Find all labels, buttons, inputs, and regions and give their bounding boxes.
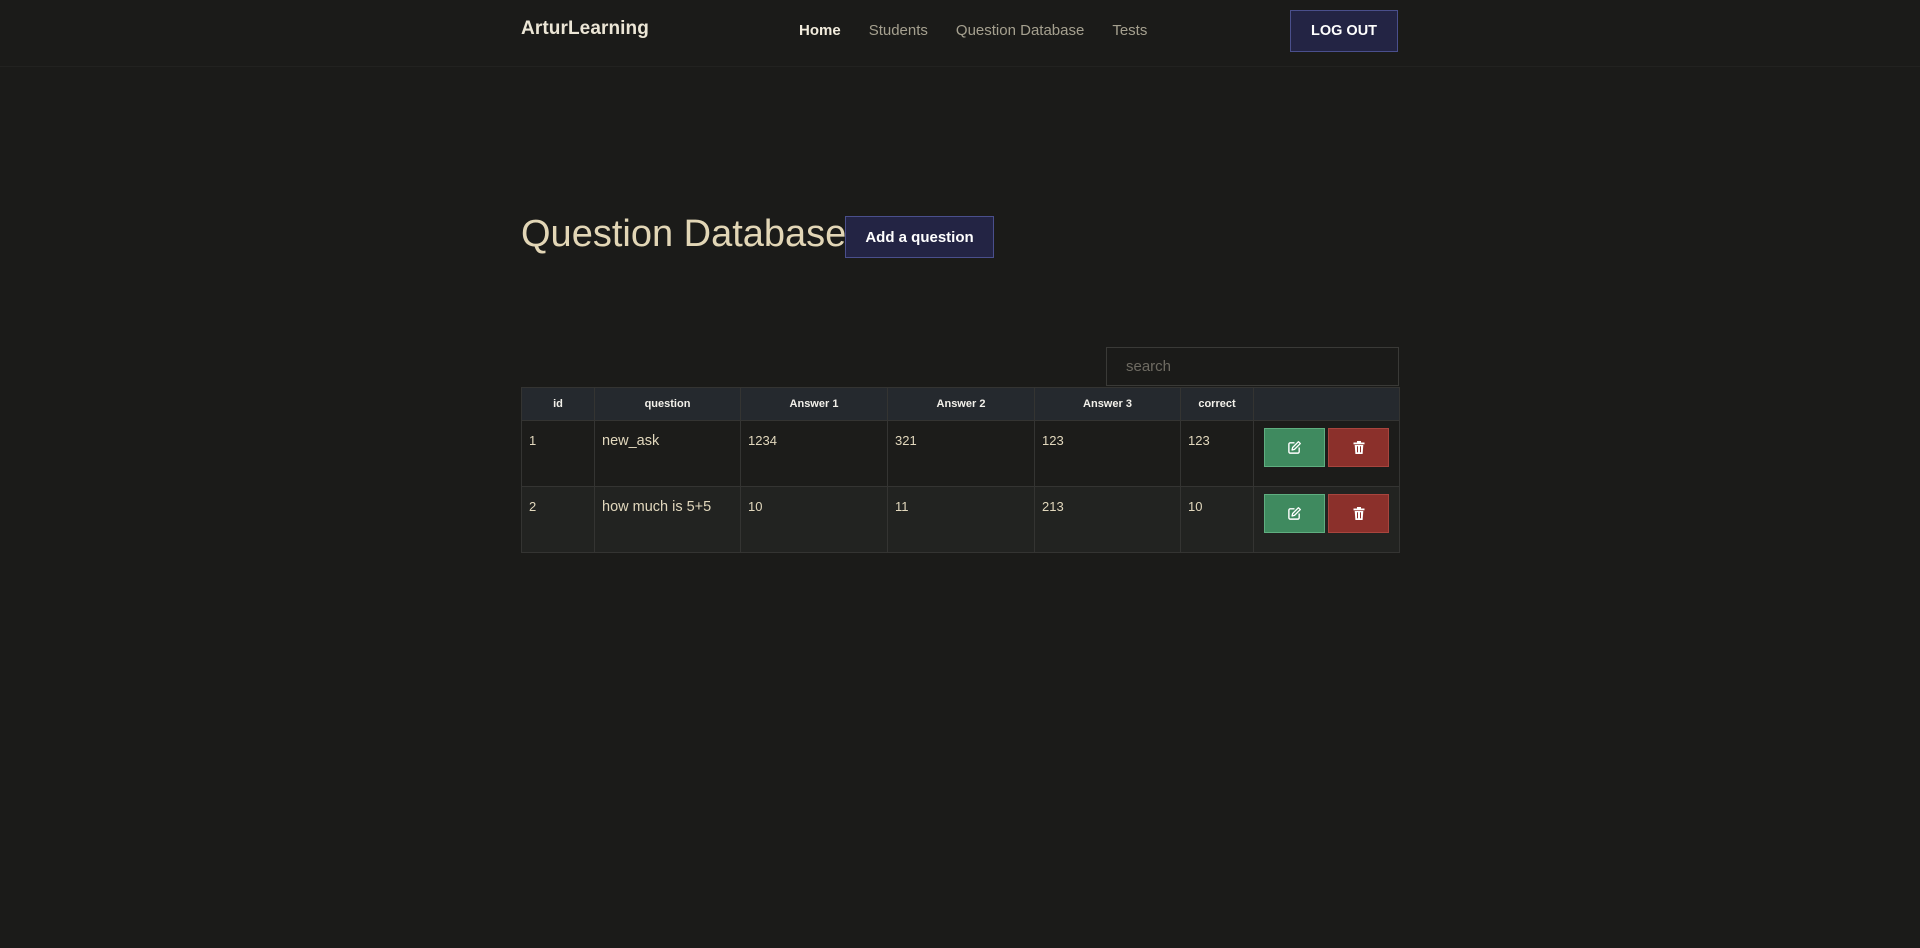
cell-correct: 10 (1180, 486, 1254, 553)
add-question-button[interactable]: Add a question (845, 216, 994, 258)
nav-tests[interactable]: Tests (1112, 22, 1147, 39)
questions-table: id question Answer 1 Answer 2 Answer 3 c… (521, 387, 1400, 553)
trash-icon (1353, 507, 1364, 520)
edit-icon (1288, 441, 1301, 454)
column-header-id: id (521, 387, 595, 421)
delete-button[interactable] (1328, 428, 1389, 467)
edit-button[interactable] (1264, 428, 1325, 467)
cell-answer-3: 123 (1034, 420, 1181, 487)
cell-correct: 123 (1180, 420, 1254, 487)
column-header-question: question (594, 387, 741, 421)
nav-students[interactable]: Students (869, 22, 928, 39)
edit-icon (1288, 507, 1301, 520)
nav-home[interactable]: Home (799, 22, 841, 39)
cell-answer-2: 11 (887, 486, 1035, 553)
cell-question: how much is 5+5 (594, 486, 741, 553)
cell-answer-2: 321 (887, 420, 1035, 487)
cell-answer-1: 10 (740, 486, 888, 553)
delete-button[interactable] (1328, 494, 1389, 533)
logout-button[interactable]: LOG OUT (1290, 10, 1398, 52)
cell-actions (1253, 420, 1400, 487)
edit-button[interactable] (1264, 494, 1325, 533)
main-nav: Home Students Question Database Tests (799, 22, 1147, 39)
column-header-actions (1253, 387, 1400, 421)
trash-icon (1353, 441, 1364, 454)
table-row: 1 new_ask 1234 321 123 123 (521, 420, 1400, 487)
cell-answer-1: 1234 (740, 420, 888, 487)
column-header-correct: correct (1180, 387, 1254, 421)
column-header-answer-3: Answer 3 (1034, 387, 1181, 421)
table-header-row: id question Answer 1 Answer 2 Answer 3 c… (521, 387, 1400, 421)
cell-answer-3: 213 (1034, 486, 1181, 553)
page-title: Question Database (521, 213, 847, 255)
nav-question-database[interactable]: Question Database (956, 22, 1084, 39)
navbar: ArturLearning Home Students Question Dat… (0, 0, 1920, 67)
table-row: 2 how much is 5+5 10 11 213 10 (521, 486, 1400, 553)
cell-question: new_ask (594, 420, 741, 487)
brand-logo[interactable]: ArturLearning (521, 18, 649, 40)
cell-actions (1253, 486, 1400, 553)
column-header-answer-1: Answer 1 (740, 387, 888, 421)
column-header-answer-2: Answer 2 (887, 387, 1035, 421)
search-input[interactable] (1106, 347, 1399, 386)
cell-id: 2 (521, 486, 595, 553)
cell-id: 1 (521, 420, 595, 487)
